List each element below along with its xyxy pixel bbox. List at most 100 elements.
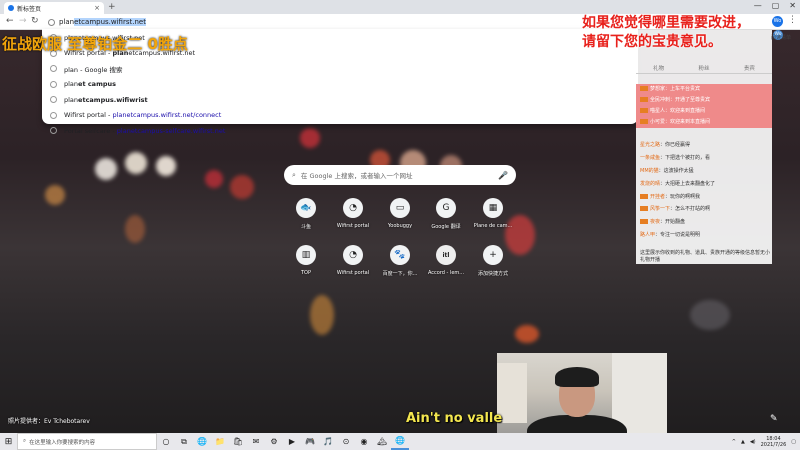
shortcut-tile[interactable]: ◔ Wifirst portal <box>331 198 375 229</box>
profile-avatar[interactable]: Wo <box>772 16 783 27</box>
shortcut-label: Wifirst portal <box>336 270 370 276</box>
window-controls: — ▢ ✕ <box>754 1 796 10</box>
chat-user: 发烧的晴 <box>640 181 661 187</box>
settings-app-icon[interactable]: ⚙ <box>265 433 283 450</box>
back-arrow-icon[interactable]: ← <box>6 16 14 26</box>
taskbar-search-box[interactable]: ⌕ 在这里输入你要搜索的内容 <box>17 433 157 450</box>
chat-user: 全民冲刺 <box>650 97 671 103</box>
chat-text: ：怎么不打站的啊 <box>670 206 711 212</box>
network-icon[interactable]: ▲ <box>741 439 745 445</box>
shortcut-tile[interactable]: ◔ Wifirst portal <box>331 245 375 276</box>
suggestion-item[interactable]: plan - Google 搜索 <box>42 61 638 77</box>
shortcut-label: Yoobuggy <box>387 223 413 229</box>
google-search-box[interactable]: ⌕ 在 Google 上搜索，或者输入一个网址 🎤 <box>284 165 516 185</box>
stream-rank-overlay: 征战欧服 至尊铂金二 0胜点 <box>2 35 188 53</box>
shortcut-icon: 🐾 <box>390 245 410 265</box>
shortcut-tile[interactable]: ▥ TOP <box>284 245 328 276</box>
tab-new-tab[interactable]: 新标签页 × <box>4 2 104 14</box>
new-tab-button[interactable]: + <box>108 2 116 12</box>
customize-pencil-icon[interactable]: ✎ <box>770 414 788 428</box>
chat-text: ：欢迎来到直播间 <box>665 108 706 114</box>
badge-icon <box>640 97 648 102</box>
bokeh-light <box>310 295 334 335</box>
suggestion-item[interactable]: planet campus <box>42 77 638 93</box>
suggestion-url: planetcampus-selfcare.wifirst.net <box>116 126 226 135</box>
notification-icon[interactable]: ▢ <box>791 439 796 445</box>
badge-icon <box>640 119 648 124</box>
windows-start-icon[interactable]: ⊞ <box>0 433 17 450</box>
multitask-icon[interactable]: ⧉ <box>175 433 193 450</box>
badge-icon <box>640 194 648 199</box>
task-view-icon[interactable]: ○ <box>157 433 175 450</box>
obs-icon[interactable]: ◉ <box>355 433 373 450</box>
chat-tab[interactable]: 粉丝 <box>698 64 709 72</box>
clock-date: 2021/7/26 <box>760 441 787 448</box>
chat-user: MM的猫 <box>640 168 659 174</box>
photos-app-icon[interactable]: 🏔 <box>373 433 391 450</box>
reading-list-label[interactable]: 阅读清单 <box>771 34 791 41</box>
game-app-icon[interactable]: 🎮 <box>301 433 319 450</box>
music-app-icon[interactable]: 🎵 <box>319 433 337 450</box>
address-bar[interactable]: planetcampus.wifirst.net <box>42 15 638 29</box>
badge-icon <box>640 206 648 211</box>
chat-text: ：大招砸上去来翻盘化了 <box>660 181 716 187</box>
chat-message: 开挂者：玩你的啊啊我 <box>640 194 700 200</box>
chat-message: 喵星人：欢迎来到直播间 <box>640 108 705 114</box>
chat-tab[interactable]: 贵宾 <box>744 64 755 72</box>
suggestion-item[interactable]: Portal selfcare - planetcampus-selfcare.… <box>42 123 638 139</box>
close-window-icon[interactable]: ✕ <box>789 1 796 10</box>
shortcut-icon: G <box>436 198 456 218</box>
search-icon <box>48 18 55 26</box>
shortcut-label: TOP <box>300 270 311 276</box>
chat-user: 夜夜 <box>650 219 661 225</box>
chat-text: ：下把选个被打的，看 <box>660 155 711 161</box>
chat-text: ：专注一切说是明明 <box>655 232 701 238</box>
bokeh-light <box>515 325 539 343</box>
suggestion-item[interactable]: planetcampus.wifiwrist <box>42 92 638 108</box>
browser-menu-icon[interactable]: ⋮ <box>788 15 797 25</box>
shortcut-tile[interactable]: G Google 翻译 <box>424 198 468 230</box>
chat-user: 开挂者 <box>650 194 666 200</box>
shortcut-label: 添加快捷方式 <box>477 271 508 277</box>
chat-user: 喵星人 <box>650 108 666 114</box>
address-autocomplete-selection: etcampus.wifirst.net <box>74 18 146 26</box>
shortcut-tile[interactable]: 🐾 百度一下，你... <box>378 245 422 277</box>
photo-credit-link[interactable]: 照片提供者：Ev Tchebotarev <box>8 416 90 425</box>
shortcut-icon: ▥ <box>296 245 316 265</box>
chat-text: ：开始翻盘 <box>660 219 686 225</box>
edge-browser-icon[interactable]: 🌐 <box>193 433 211 450</box>
clock[interactable]: 18:04 2021/7/26 <box>761 436 787 448</box>
media-app-icon[interactable]: ▶ <box>283 433 301 450</box>
volume-icon[interactable]: ◀) <box>750 439 756 445</box>
shortcut-tile[interactable]: ▦ Plane de cam... <box>471 198 515 229</box>
shortcut-tile[interactable]: ▭ Yoobuggy <box>378 198 422 229</box>
search-icon <box>50 65 57 73</box>
chat-user: 梦想家 <box>650 86 666 92</box>
add-shortcut-tile[interactable]: + 添加快捷方式 <box>471 245 515 277</box>
bokeh-light <box>45 185 65 205</box>
chrome-icon[interactable]: 🌐 <box>391 433 409 450</box>
chat-message: 梦想家：上车平台贵宾 <box>640 86 700 92</box>
store-icon[interactable]: 🛍 <box>229 433 247 450</box>
suggestion-text: Wifirst portal - <box>64 111 113 120</box>
suggestion-item[interactable]: Wifirst portal - planetcampus.wifirst.ne… <box>42 108 638 124</box>
badge-icon <box>640 86 648 91</box>
chat-tab[interactable]: 礼物 <box>653 64 664 72</box>
minimize-icon[interactable]: — <box>754 1 762 10</box>
chat-user: 一条咸鱼 <box>640 155 661 161</box>
address-input[interactable]: planetcampus.wifirst.net <box>59 18 146 26</box>
windows-taskbar: ⊞ ⌕ 在这里输入你要搜索的内容 ○ ⧉ 🌐 📁 🛍 ✉ ⚙ ▶ 🎮 🎵 ⊙ ◉ … <box>0 433 800 450</box>
file-explorer-icon[interactable]: 📁 <box>211 433 229 450</box>
reload-icon[interactable]: ↻ <box>31 16 39 26</box>
bokeh-light <box>230 175 254 199</box>
shortcut-tile[interactable]: itl Accord - lem... <box>424 245 468 276</box>
mail-icon[interactable]: ✉ <box>247 433 265 450</box>
shortcut-icon: ▭ <box>390 198 410 218</box>
app-icon[interactable]: ⊙ <box>337 433 355 450</box>
maximize-icon[interactable]: ▢ <box>772 1 780 10</box>
forward-arrow-icon[interactable]: → <box>19 16 27 26</box>
microphone-icon[interactable]: 🎤 <box>498 171 508 180</box>
shortcut-tile[interactable]: 🐟 斗鱼 <box>284 198 328 230</box>
tray-arrow-icon[interactable]: ^ <box>732 439 736 445</box>
tab-close-icon[interactable]: × <box>94 4 100 12</box>
